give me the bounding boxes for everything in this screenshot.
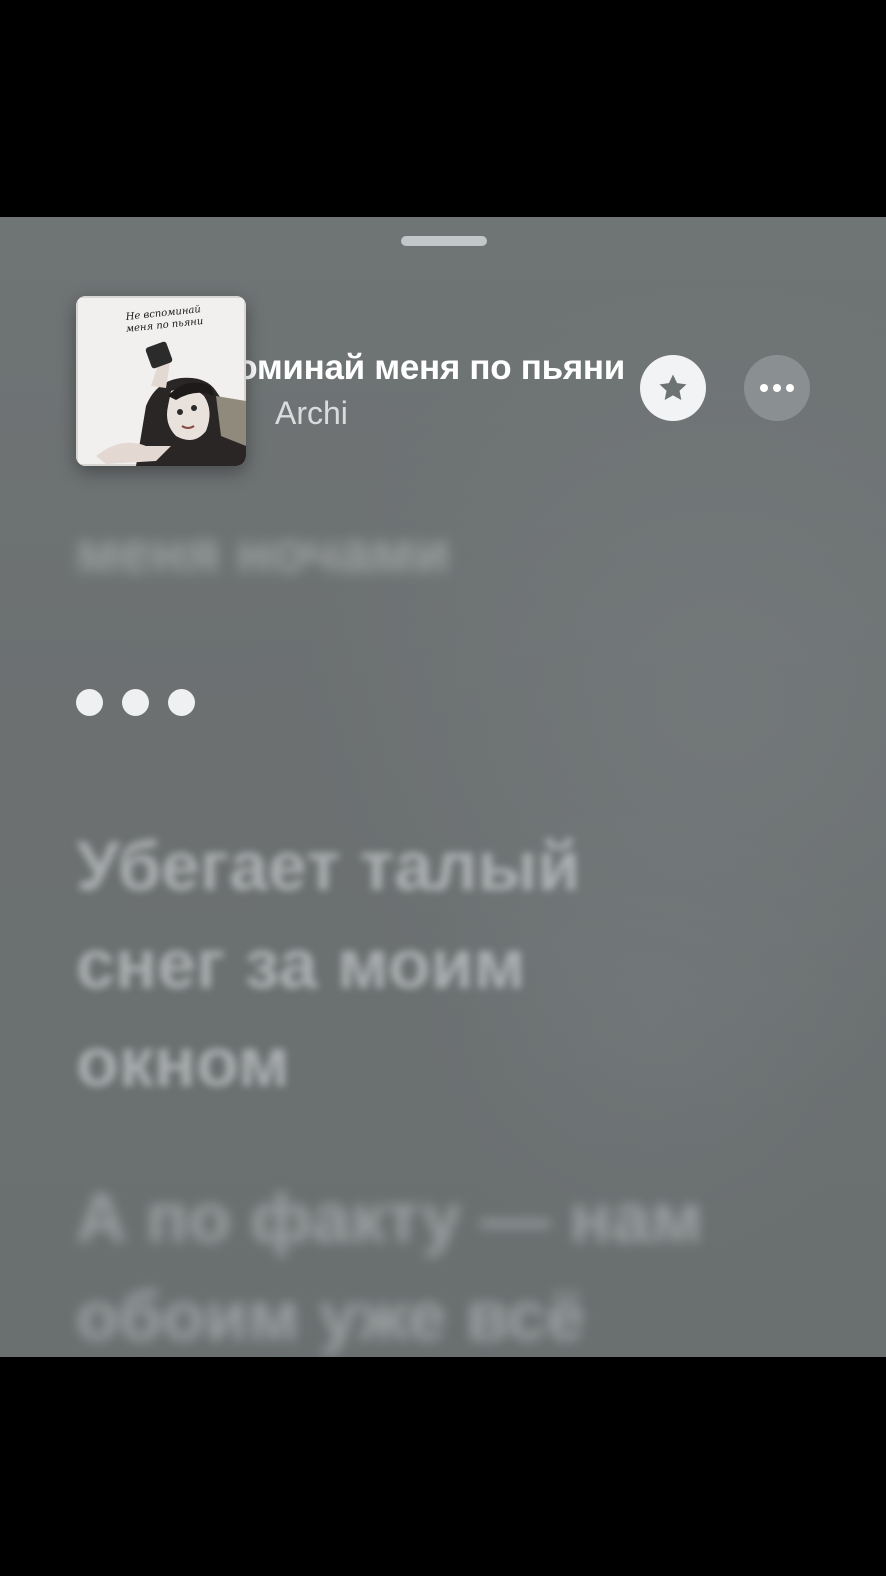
- star-icon: [659, 374, 687, 401]
- now-playing-header: Не вспоминай меня по пьяни Archi Не вспо…: [0, 217, 886, 477]
- indicator-dot: [122, 689, 149, 716]
- lyrics-sheet: меня ночами Убегает талый снег за моим о…: [0, 217, 886, 1357]
- song-artist[interactable]: Archi: [275, 395, 348, 432]
- more-options-button[interactable]: [744, 355, 810, 421]
- lyric-previous-line[interactable]: меня ночами: [76, 513, 450, 593]
- lyric-next-line[interactable]: Убегает талый снег за моим окном: [76, 817, 716, 1111]
- favorite-button[interactable]: [640, 355, 706, 421]
- indicator-dot: [168, 689, 195, 716]
- album-cover[interactable]: Не вспоминай меня по пьяни: [76, 296, 246, 466]
- song-title[interactable]: Не вспоминай меня по пьяни: [240, 348, 625, 388]
- ellipsis-icon: [760, 384, 794, 392]
- indicator-dot: [76, 689, 103, 716]
- current-line-indicator: [76, 689, 195, 716]
- lyric-following-line[interactable]: А по факту — нам обоим уже всё: [76, 1169, 756, 1357]
- song-title-text: Не вспоминай меня по пьяни: [240, 348, 625, 387]
